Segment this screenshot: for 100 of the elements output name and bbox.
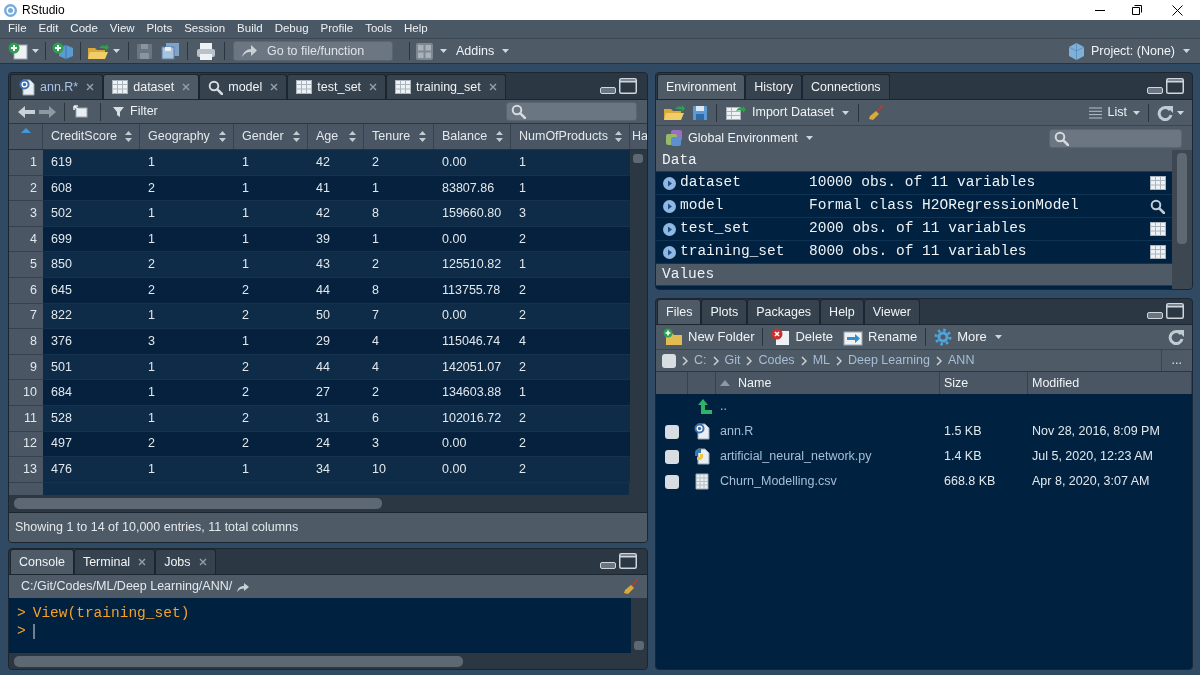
tab[interactable]: Jobs	[155, 549, 216, 574]
tab[interactable]: Console	[10, 549, 74, 574]
restore-icon[interactable]	[1132, 5, 1142, 15]
close-icon[interactable]	[1172, 4, 1183, 16]
column-header[interactable]: Gender	[234, 124, 308, 149]
expand-icon[interactable]	[663, 199, 676, 213]
tab[interactable]: Packages	[747, 299, 821, 324]
scrollbar-thumb[interactable]	[1177, 153, 1187, 244]
search-field[interactable]	[506, 102, 637, 121]
menu-item[interactable]: Edit	[38, 20, 59, 38]
new-file-icon[interactable]	[8, 42, 28, 60]
toolbar-button[interactable]: Delete	[771, 327, 834, 347]
tab[interactable]: Environment	[657, 74, 746, 99]
expand-icon[interactable]	[663, 245, 676, 259]
back-arrow-icon[interactable]	[18, 105, 35, 118]
checkbox[interactable]	[665, 474, 679, 489]
tab[interactable]: test_set	[287, 74, 387, 99]
menu-item[interactable]: Debug	[274, 20, 309, 38]
column-header[interactable]: Tenure	[364, 124, 434, 149]
save-icon[interactable]	[693, 105, 707, 120]
tab[interactable]: Files	[657, 299, 702, 324]
broom-icon[interactable]	[623, 578, 639, 595]
sort-arrows-icon[interactable]	[219, 131, 226, 142]
tab[interactable]: Help	[820, 299, 864, 324]
minimize-pane-icon[interactable]	[1147, 312, 1163, 319]
forward-arrow-icon[interactable]	[39, 105, 56, 118]
scrollbar-thumb[interactable]	[14, 498, 382, 509]
sort-arrows-icon[interactable]	[125, 131, 132, 142]
caret-icon[interactable]	[502, 49, 510, 53]
sort-arrows-icon[interactable]	[293, 131, 300, 142]
caret-icon[interactable]	[994, 335, 1002, 339]
minimize-pane-icon[interactable]	[1147, 87, 1163, 94]
toolbar-button[interactable]: New Folder	[663, 327, 755, 347]
file-link[interactable]: artificial_neural_network.py	[720, 449, 872, 464]
path-link[interactable]: C:	[694, 351, 707, 370]
import-dataset-button[interactable]: Import Dataset	[726, 103, 849, 122]
column-header[interactable]: CreditScore	[43, 124, 140, 149]
variable-name[interactable]: model	[676, 195, 809, 217]
menu-item[interactable]: Session	[184, 20, 226, 38]
parent-folder-link[interactable]: ..	[716, 397, 727, 416]
scrollbar-thumb[interactable]	[634, 641, 644, 650]
path-link[interactable]: Codes	[758, 351, 795, 370]
list-view-button[interactable]: List	[1088, 103, 1140, 122]
caret-icon[interactable]	[1183, 49, 1190, 53]
caret-icon[interactable]	[842, 110, 849, 115]
menu-item[interactable]: Build	[237, 20, 263, 38]
caret-icon[interactable]	[440, 49, 447, 53]
maximize-pane-icon[interactable]	[1166, 303, 1184, 319]
file-link[interactable]: Churn_Modelling.csv	[720, 474, 837, 489]
path-link[interactable]: ANN	[948, 351, 975, 370]
scrollbar-thumb[interactable]	[14, 655, 463, 667]
toolbar-button[interactable]: More	[934, 327, 1002, 347]
filter-button[interactable]: Filter	[113, 102, 158, 121]
path-link[interactable]: ML	[812, 351, 830, 370]
broom-icon[interactable]	[868, 104, 884, 121]
menu-item[interactable]: Tools	[365, 20, 392, 38]
addins-button[interactable]: Addins	[456, 41, 510, 61]
search-icon[interactable]	[1150, 198, 1165, 214]
sort-arrows-icon[interactable]	[419, 131, 426, 142]
variable-name[interactable]: dataset	[676, 172, 809, 194]
minimize-icon[interactable]	[1095, 9, 1105, 11]
search-field[interactable]	[1049, 128, 1182, 148]
tab[interactable]: training_set	[386, 74, 506, 99]
column-header[interactable]: Age	[308, 124, 364, 149]
checkbox[interactable]	[662, 353, 676, 368]
refresh-icon[interactable]	[1157, 104, 1173, 121]
tab[interactable]: ann.R*	[10, 74, 104, 99]
grid-icon[interactable]	[416, 42, 433, 60]
column-header[interactable]: NumOfProducts	[511, 124, 630, 149]
checkbox[interactable]	[665, 424, 679, 439]
scrollbar-thumb[interactable]	[633, 154, 643, 163]
menu-item[interactable]: File	[8, 20, 27, 38]
column-header[interactable]: Geography	[140, 124, 234, 149]
maximize-pane-icon[interactable]	[1166, 78, 1184, 94]
sort-arrows-icon[interactable]	[496, 131, 503, 142]
tab[interactable]: Plots	[701, 299, 748, 324]
path-link[interactable]: Git	[724, 351, 741, 370]
popout-icon[interactable]	[73, 105, 88, 118]
caret-icon[interactable]	[32, 49, 39, 53]
tab[interactable]: Terminal	[73, 549, 156, 574]
tab[interactable]: History	[745, 74, 803, 99]
refresh-icon[interactable]	[1168, 329, 1184, 345]
checkbox[interactable]	[665, 449, 679, 464]
path-link[interactable]: Deep Learning	[848, 351, 930, 370]
menu-item[interactable]: Help	[404, 20, 428, 38]
tab[interactable]: dataset	[103, 74, 200, 99]
project-button[interactable]: Project: (None)	[1067, 41, 1190, 61]
caret-icon[interactable]	[805, 136, 813, 140]
open-folder-icon[interactable]	[663, 104, 685, 121]
goto-field[interactable]: Go to file/function	[233, 41, 393, 61]
tab[interactable]: model	[199, 74, 288, 99]
menu-item[interactable]: Code	[70, 20, 98, 38]
tab[interactable]: Connections	[802, 74, 890, 99]
sort-arrows-icon[interactable]	[615, 131, 622, 142]
column-header[interactable]: Balance	[434, 124, 511, 149]
arrow-icon[interactable]	[236, 581, 250, 592]
caret-icon[interactable]	[113, 49, 120, 53]
sort-arrows-icon[interactable]	[349, 131, 356, 142]
open-folder-icon[interactable]	[87, 42, 109, 60]
expand-icon[interactable]	[663, 176, 676, 190]
